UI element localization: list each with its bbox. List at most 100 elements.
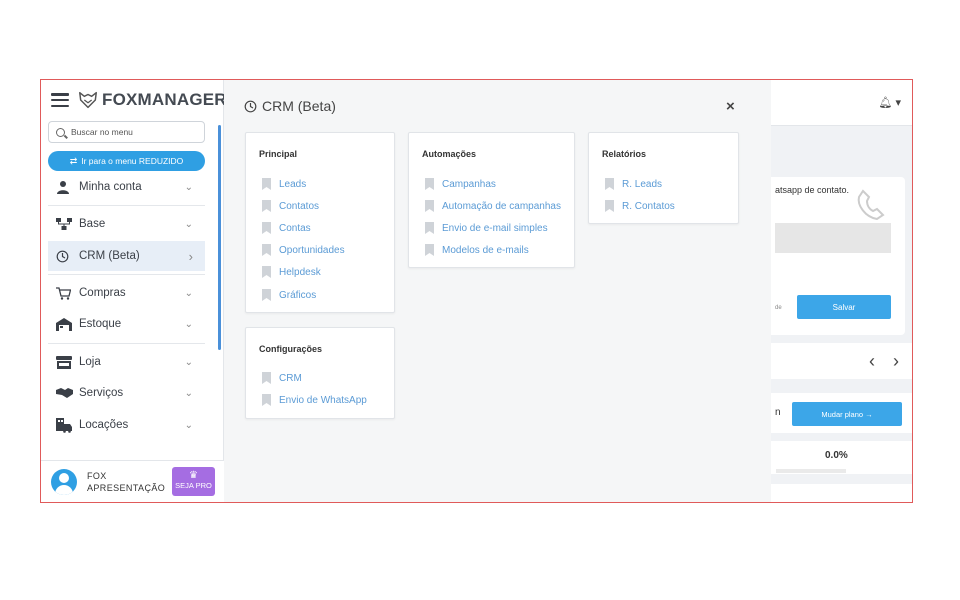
sidebar-item-loja[interactable]: Loja ⌄ bbox=[48, 347, 205, 377]
sidebar-item-label: CRM (Beta) bbox=[79, 250, 140, 262]
chevron-down-icon: ⌄ bbox=[184, 387, 193, 399]
whatsapp-card: atsapp de contato. de Salvar bbox=[771, 177, 905, 335]
panel-title: CRM (Beta) bbox=[262, 98, 336, 114]
chevron-down-icon: ⌄ bbox=[184, 181, 193, 193]
carousel-nav: ‹ › bbox=[771, 343, 912, 379]
bookmark-icon bbox=[605, 200, 614, 212]
hamburger-menu-icon[interactable] bbox=[51, 93, 69, 107]
sidebar-item-label: Serviços bbox=[79, 387, 124, 399]
link-graficos[interactable]: Gráficos bbox=[262, 287, 316, 303]
search-box[interactable] bbox=[48, 121, 205, 143]
divider bbox=[771, 433, 912, 441]
bookmark-icon bbox=[425, 244, 434, 256]
user-icon bbox=[56, 180, 76, 194]
sidebar-item-compras[interactable]: Compras ⌄ bbox=[48, 278, 205, 308]
sidebar-item-label: Locações bbox=[79, 419, 129, 431]
handshake-icon bbox=[56, 387, 76, 399]
car-building-icon bbox=[56, 417, 76, 433]
chevron-down-icon: ⌄ bbox=[184, 318, 193, 330]
link-contatos[interactable]: Contatos bbox=[262, 198, 319, 214]
sidebar-item-label: Base bbox=[79, 218, 106, 230]
bookmark-icon bbox=[262, 394, 271, 406]
card-title: Automações bbox=[422, 149, 477, 159]
divider bbox=[48, 205, 205, 206]
app-window: FOXMANAGER ⇄ Ir para o menu REDUZIDO Min… bbox=[40, 79, 913, 503]
bookmark-icon bbox=[262, 266, 271, 278]
crm-title-row: CRM (Beta) bbox=[244, 98, 336, 114]
cart-icon bbox=[56, 286, 76, 300]
chevron-left-icon[interactable]: ‹ bbox=[869, 351, 875, 372]
link-leads[interactable]: Leads bbox=[262, 176, 306, 192]
card-automacoes: Automações Campanhas Automação de campan… bbox=[408, 132, 575, 268]
chevron-down-icon: ⌄ bbox=[184, 419, 193, 431]
bookmark-icon bbox=[262, 178, 271, 190]
upgrade-pro-label: SEJA PRO bbox=[175, 481, 212, 490]
card-title: Principal bbox=[259, 149, 298, 159]
plan-text: n bbox=[775, 407, 781, 418]
link-modelos-emails[interactable]: Modelos de e-mails bbox=[425, 242, 529, 258]
sidebar-item-locacoes[interactable]: Locações ⌄ bbox=[48, 410, 205, 440]
bookmark-icon bbox=[262, 200, 271, 212]
sidebar-item-base[interactable]: Base ⌄ bbox=[48, 209, 205, 239]
divider bbox=[771, 474, 912, 484]
input-placeholder[interactable] bbox=[775, 223, 891, 253]
crown-icon: ♛ bbox=[189, 470, 198, 481]
search-input[interactable] bbox=[71, 127, 191, 137]
bookmark-icon bbox=[262, 289, 271, 301]
link-crm[interactable]: CRM bbox=[262, 370, 302, 386]
divider bbox=[48, 274, 205, 275]
save-button[interactable]: Salvar bbox=[797, 295, 891, 319]
link-oportunidades[interactable]: Oportunidades bbox=[262, 242, 345, 258]
bookmark-icon bbox=[425, 200, 434, 212]
link-campanhas[interactable]: Campanhas bbox=[425, 176, 496, 192]
sidebar-item-label: Minha conta bbox=[79, 181, 142, 193]
divider bbox=[48, 343, 205, 344]
crm-menu-panel: CRM (Beta) × Principal Leads Contatos Co… bbox=[224, 80, 771, 502]
sidebar-scrollbar[interactable] bbox=[218, 125, 221, 350]
link-r-leads[interactable]: R. Leads bbox=[605, 176, 662, 192]
sidebar-item-crm[interactable]: CRM (Beta) › bbox=[48, 241, 205, 271]
plan-card: n Mudar plano → 0.0% bbox=[771, 393, 912, 502]
link-automacao-campanhas[interactable]: Automação de campanhas bbox=[425, 198, 561, 214]
link-envio-email-simples[interactable]: Envio de e-mail simples bbox=[425, 220, 548, 236]
link-r-contatos[interactable]: R. Contatos bbox=[605, 198, 675, 214]
logo-row: FOXMANAGER bbox=[51, 88, 227, 112]
chevron-down-icon: ⌄ bbox=[184, 356, 193, 368]
crm-icon bbox=[56, 250, 76, 263]
close-icon[interactable]: × bbox=[726, 98, 735, 115]
sidebar-item-estoque[interactable]: Estoque ⌄ bbox=[48, 309, 205, 339]
chevron-right-icon: › bbox=[188, 248, 193, 264]
user-panel: FOX APRESENTAÇÃO ♛ SEJA PRO bbox=[41, 460, 224, 502]
swap-arrows-icon: ⇄ bbox=[69, 155, 78, 166]
fox-logo-icon bbox=[79, 91, 97, 109]
sidebar-item-label: Estoque bbox=[79, 318, 122, 330]
reduce-menu-button[interactable]: ⇄ Ir para o menu REDUZIDO bbox=[48, 151, 205, 171]
whatsapp-text: atsapp de contato. bbox=[775, 185, 850, 195]
progress-bar bbox=[776, 469, 846, 473]
card-title: Configurações bbox=[259, 344, 323, 354]
crm-icon bbox=[244, 100, 257, 112]
sidebar-item-minha-conta[interactable]: Minha conta ⌄ bbox=[48, 172, 205, 202]
avatar[interactable] bbox=[51, 469, 77, 495]
chevron-right-icon[interactable]: › bbox=[893, 351, 899, 372]
bell-icon[interactable]: 🔔︎ ▾ bbox=[878, 96, 901, 109]
bookmark-icon bbox=[262, 222, 271, 234]
card-configuracoes: Configurações CRM Envio de WhatsApp bbox=[245, 327, 395, 419]
chevron-down-icon: ⌄ bbox=[184, 287, 193, 299]
card-title: Relatórios bbox=[602, 149, 647, 159]
search-icon bbox=[56, 127, 65, 137]
small-text: de bbox=[775, 305, 782, 311]
bookmark-icon bbox=[262, 372, 271, 384]
link-contas[interactable]: Contas bbox=[262, 220, 311, 236]
link-helpdesk[interactable]: Helpdesk bbox=[262, 264, 321, 280]
link-envio-whatsapp[interactable]: Envio de WhatsApp bbox=[262, 392, 367, 408]
bookmark-icon bbox=[605, 178, 614, 190]
change-plan-button[interactable]: Mudar plano → bbox=[792, 402, 902, 426]
user-name: FOX APRESENTAÇÃO bbox=[87, 471, 166, 493]
background-page: 🔔︎ ▾ atsapp de contato. de Salvar ‹ › n … bbox=[771, 80, 912, 502]
upgrade-pro-button[interactable]: ♛ SEJA PRO bbox=[172, 467, 215, 496]
reduce-menu-label: Ir para o menu REDUZIDO bbox=[81, 156, 184, 166]
card-principal: Principal Leads Contatos Contas Oportuni… bbox=[245, 132, 395, 313]
warehouse-icon bbox=[56, 317, 76, 331]
sidebar-item-servicos[interactable]: Serviços ⌄ bbox=[48, 378, 205, 408]
